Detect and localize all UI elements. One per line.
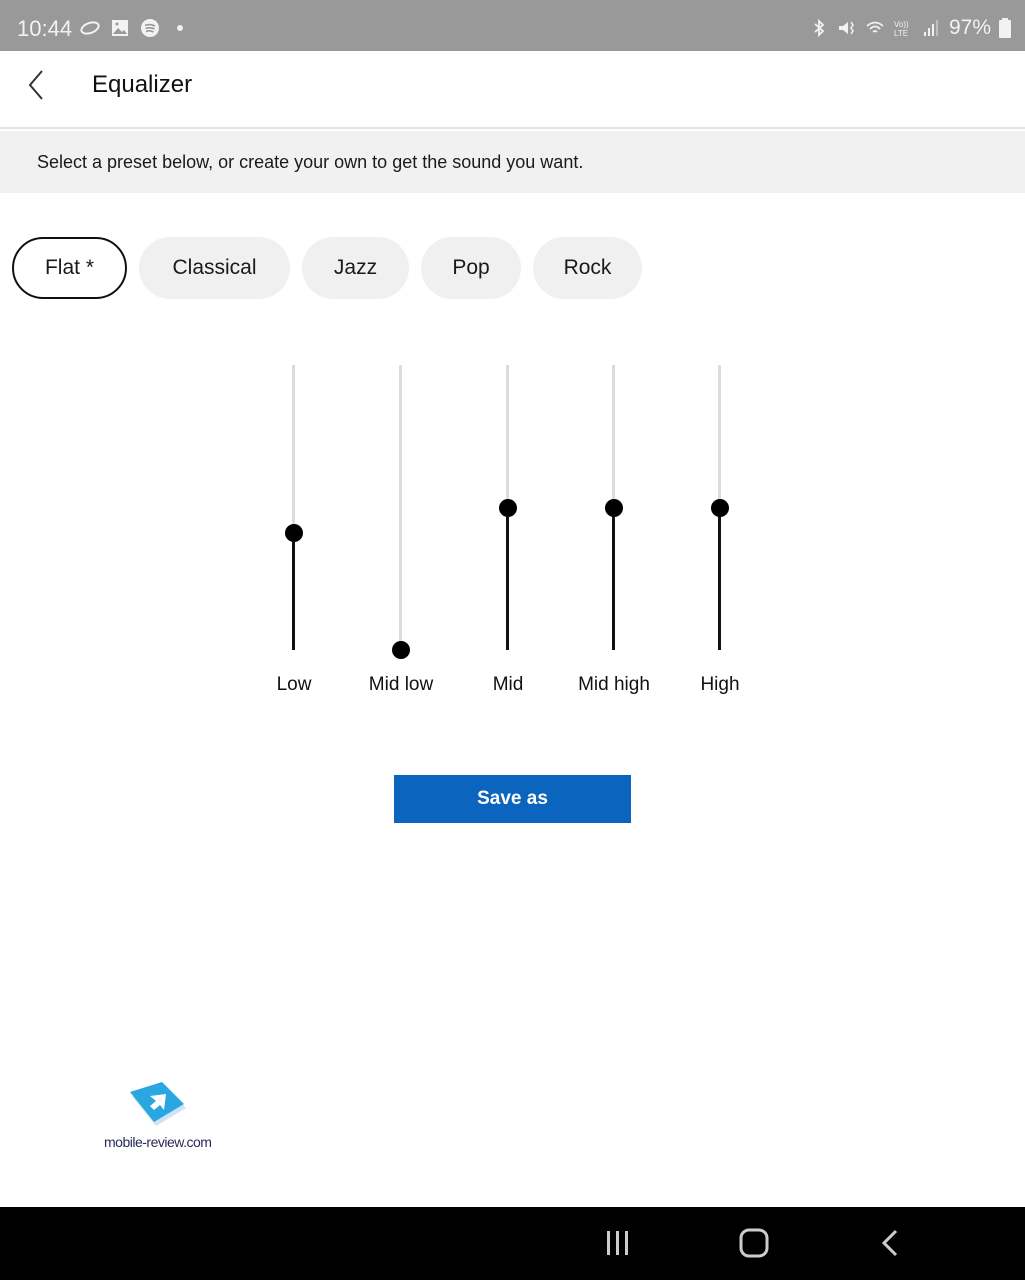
slider-thumb[interactable]: [392, 641, 410, 659]
navigation-bar: [0, 1207, 1025, 1280]
eq-band-mid-low[interactable]: Mid low: [351, 365, 451, 705]
watermark-logo: mobile-review.com: [104, 1082, 214, 1152]
dot-icon: [177, 25, 183, 31]
eq-band-high[interactable]: High: [670, 365, 770, 705]
volte-icon: Vo))LTE: [894, 20, 909, 38]
svg-text:Vo)): Vo)): [894, 20, 909, 29]
battery-percent: 97%: [948, 16, 991, 39]
home-icon[interactable]: [736, 1227, 772, 1259]
preset-chip-pop[interactable]: Pop: [421, 237, 521, 299]
preset-list: Flat * Classical Jazz Pop Rock: [12, 237, 642, 299]
back-icon[interactable]: [872, 1227, 908, 1259]
bluetooth-icon: [814, 18, 825, 38]
battery-icon: [999, 18, 1011, 38]
slider-thumb[interactable]: [605, 498, 623, 517]
slider-fill: [718, 507, 721, 650]
preset-label: Classical: [172, 256, 257, 279]
preset-label: Pop: [452, 256, 490, 279]
eq-band-label: High: [700, 674, 740, 695]
slider-fill: [292, 533, 295, 650]
preset-label: Jazz: [333, 256, 378, 279]
app-bar: Equalizer: [0, 51, 1025, 129]
signal-icon: [923, 20, 938, 36]
slider-thumb[interactable]: [711, 498, 729, 517]
eq-band-mid[interactable]: Mid: [458, 365, 558, 705]
eq-band-low[interactable]: Low: [244, 365, 344, 705]
info-text: Select a preset below, or create your ow…: [37, 152, 584, 172]
slider-track[interactable]: [399, 365, 402, 650]
preset-chip-rock[interactable]: Rock: [533, 237, 642, 299]
watermark-text: mobile-review.com: [104, 1134, 212, 1150]
save-as-button[interactable]: Save as: [394, 775, 631, 823]
svg-text:LTE: LTE: [894, 29, 908, 38]
preset-chip-jazz[interactable]: Jazz: [302, 237, 409, 299]
eq-band-mid-high[interactable]: Mid high: [564, 365, 664, 705]
back-chevron-icon[interactable]: [22, 67, 52, 103]
page-title: Equalizer: [92, 71, 193, 98]
status-bar: 10:44 Vo)) LTE 97%: [0, 0, 1025, 51]
preset-chip-classical[interactable]: Classical: [139, 237, 290, 299]
wifi-icon: [866, 21, 884, 33]
preset-chip-flat[interactable]: Flat *: [12, 237, 127, 299]
slider-thumb[interactable]: [285, 524, 303, 543]
mute-vibrate-icon: [838, 21, 854, 35]
preset-label: Flat *: [44, 256, 94, 279]
info-banner: Select a preset below, or create your ow…: [0, 131, 1025, 193]
recent-apps-icon[interactable]: [600, 1227, 636, 1259]
spotify-icon: [141, 19, 159, 37]
slider-thumb[interactable]: [499, 498, 517, 517]
slider-fill: [506, 507, 509, 650]
preset-label: Rock: [563, 256, 612, 279]
slider-fill: [612, 507, 615, 650]
status-time: 10:44: [17, 16, 73, 41]
watermark-arrow-icon: [130, 1082, 186, 1126]
cloud-icon: [80, 21, 100, 35]
gallery-icon: [112, 20, 128, 36]
